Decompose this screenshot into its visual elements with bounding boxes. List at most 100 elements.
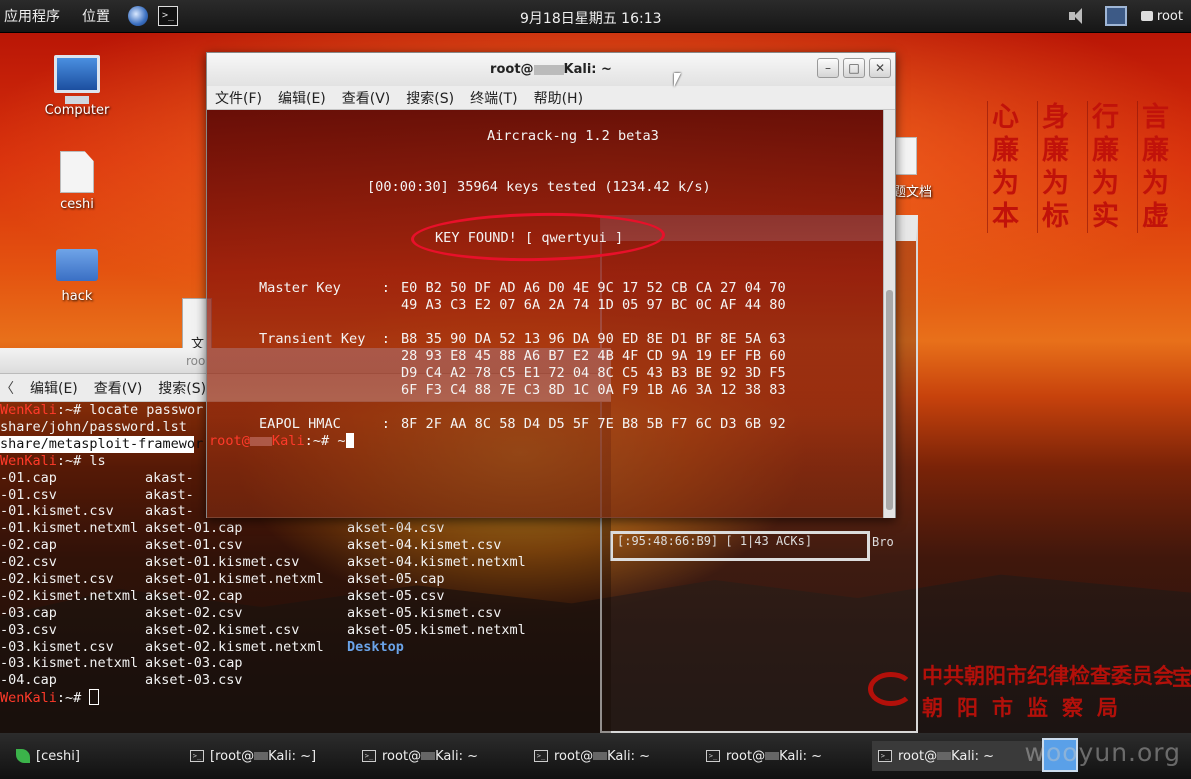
eapol-hmac-label: EAPOL HMAC : <box>259 416 390 432</box>
ls-entry: akset-04.kismet.netxml <box>347 554 526 571</box>
menu-view[interactable]: 查看(V) <box>342 88 391 108</box>
ls-row: -02.kismet.netxml akset-02.cap akset-05.cs… <box>0 588 611 605</box>
ls-row: -02.kismet.csv akset-01.kismet.netxml akse… <box>0 571 611 588</box>
clock[interactable]: 9月18日星期五 16:13 <box>520 8 662 28</box>
ls-entry: -03.csv <box>0 621 57 638</box>
ls-entry: -03.kismet.netxml <box>0 655 139 672</box>
ls-entry: -02.kismet.netxml <box>0 587 139 604</box>
ls-row: -04.cap akset-03.csv <box>0 672 611 689</box>
aircrack-header: Aircrack-ng 1.2 beta3 <box>487 128 659 144</box>
ls-entry: -02.csv <box>0 554 57 571</box>
ls-row: -02.csv akset-01.kismet.csv akset-04.kisme… <box>0 554 611 571</box>
task-ceshi[interactable]: [ceshi] <box>10 741 184 771</box>
terminal-icon: >_ <box>190 750 204 762</box>
slogan-column: 心廉为本 <box>987 101 1023 233</box>
window-title-bar[interactable]: root@ Kali: ~ – □ ✕ <box>207 53 895 86</box>
watermark: wooyun.org <box>1024 738 1181 767</box>
file-icon[interactable] <box>893 137 917 175</box>
window-title: root@ <box>490 62 534 77</box>
network-icon[interactable] <box>1104 6 1127 26</box>
menu-file[interactable]: 文件(F) <box>215 88 262 108</box>
transient-key-line: B8 35 90 DA 52 13 96 DA 90 ED 8E D1 BF 8… <box>401 331 786 347</box>
menu-view[interactable]: 查看(V) <box>94 378 143 398</box>
menu-bar: 文件(F) 编辑(E) 查看(V) 搜索(S) 终端(T) 帮助(H) <box>207 86 895 110</box>
ls-entry: akset-05.kismet.netxml <box>347 621 526 638</box>
ls-entry: akset-05.cap <box>347 570 445 587</box>
ls-entry: akset-04.csv <box>347 520 445 537</box>
ls-entry: akset-04.kismet.csv <box>347 537 502 554</box>
maximize-button[interactable]: □ <box>843 58 865 78</box>
ls-entry: akset-02.kismet.netxml <box>145 638 324 655</box>
desktop-icon-label: ceshi <box>60 197 94 212</box>
eapol-hmac-line: 8F 2F AA 8C 58 D4 D5 5F 7E B8 5B F7 6C D… <box>401 416 786 432</box>
ls-entry: -02.kismet.csv <box>0 570 114 587</box>
desktop-icon-label: hack <box>61 289 93 304</box>
desktop-icon-computer[interactable]: Computer <box>32 55 122 118</box>
shell-prompt: root@ Kali:~# ~ <box>209 433 354 450</box>
task-terminal-1[interactable]: >_ [root@ Kali: ~] <box>184 741 356 771</box>
master-key-line: E0 B2 50 DF AD A6 D0 4E 9C 17 52 CB CA 2… <box>401 280 786 296</box>
volume-muted-icon[interactable] <box>1067 7 1091 25</box>
ls-entry: -03.cap <box>0 604 57 621</box>
menu-edit[interactable]: 编辑(E) <box>278 88 326 108</box>
party-emblem-icon <box>868 672 914 706</box>
desktop-icon-label: Computer <box>44 103 110 118</box>
menu-search[interactable]: 搜索(S) <box>158 378 206 398</box>
master-key-line: 49 A3 C3 E2 07 6A 2A 74 1D 05 97 BC 0C A… <box>401 297 786 313</box>
ls-entry: akset-02.cap <box>145 587 243 604</box>
background-window-content: [:95:48:66:B9] [ 1|43 ACKs] <box>610 531 870 561</box>
close-button[interactable]: ✕ <box>869 58 891 78</box>
terminal-icon: >_ <box>534 750 548 762</box>
menu-search[interactable]: 搜索(S) <box>406 88 454 108</box>
task-label: root@ Kali: ~ <box>898 748 994 764</box>
ls-entry: akset-03.cap <box>145 655 243 672</box>
scrollbar-thumb[interactable] <box>886 290 893 510</box>
scrollbar[interactable] <box>883 110 895 518</box>
slogan-column: 身廉为标 <box>1037 101 1073 233</box>
menu-edit[interactable]: 编辑(E) <box>30 378 78 398</box>
minimize-button[interactable]: – <box>817 58 839 78</box>
user-menu[interactable]: root <box>1140 9 1183 24</box>
folder-icon <box>56 249 98 281</box>
ls-entry: akset-01.kismet.netxml <box>145 570 324 587</box>
task-terminal-2[interactable]: >_ root@ Kali: ~ <box>356 741 528 771</box>
slogan-column: 行廉为实 <box>1087 101 1123 233</box>
desktop-icon-ceshi[interactable]: ceshi <box>32 151 122 212</box>
applications-menu[interactable]: 应用程序 <box>4 6 60 26</box>
chat-icon <box>1140 11 1153 21</box>
task-label: [ceshi] <box>36 748 80 764</box>
organization-partial: 宝 <box>1172 665 1191 690</box>
ls-entry: akset-01.kismet.csv <box>145 554 300 571</box>
ls-entry: -02.cap <box>0 537 57 554</box>
progress-line: [00:00:30] 35964 keys tested (1234.42 k/… <box>367 179 711 195</box>
task-terminal-4[interactable]: >_ root@ Kali: ~ <box>700 741 872 771</box>
computer-icon <box>54 55 100 104</box>
ls-entry: -01.kismet.csv <box>0 503 114 520</box>
menu-terminal[interactable]: 终端(T) <box>470 88 517 108</box>
task-terminal-5-active[interactable]: >_ root@ Kali: ~ <box>872 741 1044 771</box>
ls-entry: akast- <box>145 503 194 520</box>
ls-row: -01.kismet.netxml akset-01.cap akset-04.cs… <box>0 520 611 537</box>
top-panel: 应用程序 位置 >_ 9月18日星期五 16:13 root <box>0 0 1191 33</box>
cursor <box>89 689 100 706</box>
task-terminal-3[interactable]: >_ root@ Kali: ~ <box>528 741 700 771</box>
desktop-icon-hack[interactable]: hack <box>32 249 122 304</box>
task-label: root@ Kali: ~ <box>726 748 822 764</box>
ls-row: -02.cap akset-01.csv akset-04.kismet.csv <box>0 537 611 554</box>
places-menu[interactable]: 位置 <box>82 6 110 26</box>
terminal-output[interactable]: Aircrack-ng 1.2 beta3 [00:00:30] 35964 k… <box>207 110 885 518</box>
back-arrow-icon[interactable]: 〈 <box>0 378 14 398</box>
browser-icon[interactable] <box>128 6 148 26</box>
terminal-icon: >_ <box>706 750 720 762</box>
file-icon <box>60 151 94 193</box>
aircrack-terminal-window[interactable]: root@ Kali: ~ – □ ✕ 文件(F) 编辑(E) 查看(V) 搜索(… <box>206 52 896 518</box>
ls-entry: -01.kismet.netxml <box>0 520 139 537</box>
ls-entry: -01.csv <box>0 486 57 503</box>
task-label: [root@ Kali: ~] <box>210 748 317 764</box>
terminal-launcher-icon[interactable]: >_ <box>158 6 178 26</box>
menu-help[interactable]: 帮助(H) <box>534 88 583 108</box>
ls-entry: -01.cap <box>0 469 57 486</box>
terminal-icon: >_ <box>362 750 376 762</box>
ls-entry: akset-02.kismet.csv <box>145 621 300 638</box>
task-label: root@ Kali: ~ <box>382 748 478 764</box>
